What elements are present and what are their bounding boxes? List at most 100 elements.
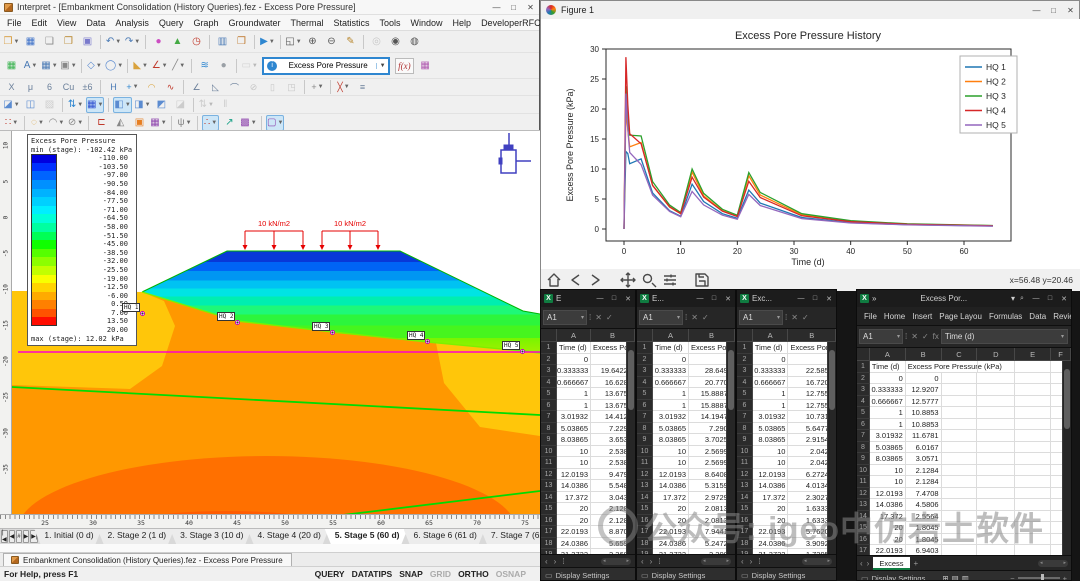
arch-icon[interactable]: ◠▼ (48, 115, 65, 131)
cell[interactable]: 10 (753, 457, 789, 469)
cell[interactable] (1015, 407, 1051, 419)
cell[interactable]: 6.0167 (906, 442, 942, 454)
cell[interactable]: 2.1284 (906, 465, 942, 477)
cell[interactable] (1015, 373, 1051, 385)
excavation-icon[interactable]: ⊏ (93, 115, 110, 131)
undo-icon[interactable]: ↶▼ (105, 34, 122, 50)
menu-file[interactable]: File (2, 18, 27, 28)
hq-point[interactable] (520, 349, 525, 354)
cell[interactable]: 20 (870, 534, 906, 546)
column-header-F[interactable]: F (1051, 348, 1071, 360)
cell[interactable]: 3.01932 (557, 411, 591, 423)
ribbon-tab-insert[interactable]: Insert (909, 312, 935, 321)
cell[interactable]: 1 (557, 400, 591, 412)
cell[interactable]: 3.0571 (906, 453, 942, 465)
cell[interactable]: 5.03865 (557, 423, 591, 435)
sheet-next-icon[interactable]: › (554, 557, 557, 566)
query-points-icon[interactable]: ∴▼ (202, 115, 219, 131)
cancel-icon[interactable]: ✕ (909, 332, 920, 341)
cancel-icon[interactable]: ✕ (789, 313, 800, 322)
ribbon-tab-formulas[interactable]: Formulas (986, 312, 1025, 321)
display-settings-label[interactable]: Display Settings (872, 574, 926, 581)
cell[interactable]: 10.8853 (906, 419, 942, 431)
zoom-window-icon[interactable]: ◎ (368, 34, 385, 50)
cell[interactable]: 14.0386 (557, 480, 591, 492)
stage-nav-0[interactable]: |◀ (1, 530, 8, 543)
interpret-minimize-button[interactable]: — (488, 3, 505, 12)
cell[interactable] (1015, 488, 1051, 500)
figure-close-button[interactable]: ✕ (1062, 6, 1079, 15)
cell[interactable]: 0 (870, 373, 906, 385)
mu-icon[interactable]: μ (22, 80, 39, 94)
menu-view[interactable]: View (52, 18, 81, 28)
menu-window[interactable]: Window (406, 18, 448, 28)
formula-value[interactable]: Time (d)▾ (941, 329, 1068, 344)
cell[interactable]: 1 (557, 388, 591, 400)
cell[interactable]: 1 (870, 419, 906, 431)
horizontal-scrollbar[interactable]: ◂▸ (601, 558, 631, 565)
fullscreen-icon[interactable]: ◱▼ (285, 34, 302, 50)
cell[interactable]: 5.03865 (870, 442, 906, 454)
cell[interactable]: 5.03865 (753, 423, 789, 435)
strike-icon[interactable]: ╳▼ (335, 80, 352, 94)
excel-minimize-button[interactable]: — (1029, 295, 1043, 302)
hq-point[interactable] (235, 320, 240, 325)
cell[interactable] (977, 407, 1015, 419)
cell[interactable] (942, 511, 978, 523)
cell[interactable]: 0 (653, 354, 689, 366)
text-label-icon[interactable]: A▼ (22, 58, 39, 74)
cell[interactable]: 20 (870, 522, 906, 534)
excel-maximize-button[interactable]: □ (808, 295, 822, 302)
stage-nav-2[interactable]: # (16, 530, 21, 543)
export-image-icon[interactable]: ▣ (79, 34, 96, 50)
cell[interactable]: Excess Pore Pressure (kPa) (906, 361, 942, 373)
menu-developerrfc[interactable]: DeveloperRFC (476, 18, 546, 28)
cell[interactable]: 1 (653, 400, 689, 412)
cell[interactable]: 4.5806 (906, 499, 942, 511)
stage-tab-1[interactable]: 1. Initial (0 d) (34, 529, 101, 544)
cell[interactable] (977, 396, 1015, 408)
search-icon[interactable]: ⌕ (1015, 295, 1029, 303)
cell[interactable] (942, 430, 978, 442)
angle-icon[interactable]: ∠▼ (151, 58, 168, 74)
cell[interactable]: 0 (753, 354, 789, 366)
cell[interactable]: Time (d) (557, 342, 591, 354)
menu-analysis[interactable]: Analysis (110, 18, 154, 28)
vertical-scrollbar[interactable] (827, 342, 836, 554)
status-toggle-grid[interactable]: GRID (430, 569, 451, 579)
contour-mode-icon[interactable]: ▦ (3, 58, 20, 74)
name-box[interactable]: A1▾ (639, 310, 683, 325)
cell[interactable] (942, 453, 978, 465)
excel-maximize-button[interactable]: □ (707, 295, 721, 302)
cell[interactable] (1015, 419, 1051, 431)
menu-thermal[interactable]: Thermal (285, 18, 328, 28)
select-all-corner[interactable] (637, 329, 653, 341)
scrollbar-thumb[interactable] (1064, 369, 1070, 429)
interpret-close-button[interactable]: ✕ (522, 3, 539, 12)
cell[interactable]: 17.372 (653, 492, 689, 504)
cell[interactable] (1015, 442, 1051, 454)
menu-data[interactable]: Data (81, 18, 110, 28)
hq-point[interactable] (330, 330, 335, 335)
cell[interactable] (977, 545, 1015, 555)
cell[interactable]: 12.0193 (753, 469, 789, 481)
play-icon[interactable]: ▶▼ (259, 34, 276, 50)
hq-point[interactable] (140, 311, 145, 316)
status-toggle-datatips[interactable]: DATATIPS (352, 569, 393, 579)
scrollbar-thumb[interactable] (728, 350, 734, 410)
add-stage-icon[interactable]: ◪▼ (3, 97, 20, 113)
cell[interactable]: 17.372 (870, 511, 906, 523)
sheet-prev-icon[interactable]: ‹ (545, 557, 548, 566)
image-icon[interactable]: ▣▼ (60, 58, 77, 74)
hq-label[interactable]: HQ 3 (312, 322, 330, 331)
cell[interactable] (942, 522, 978, 534)
cell[interactable] (942, 545, 978, 555)
cell[interactable]: Time (d) (870, 361, 906, 373)
excel-minimize-button[interactable]: — (593, 295, 607, 302)
name-box[interactable]: A1▾ (859, 329, 903, 344)
cell[interactable]: 1 (753, 400, 789, 412)
cell[interactable]: 0.666667 (870, 396, 906, 408)
cell[interactable]: 14.0386 (870, 499, 906, 511)
axes-icon[interactable]: +▼ (309, 80, 326, 94)
cell[interactable] (977, 430, 1015, 442)
